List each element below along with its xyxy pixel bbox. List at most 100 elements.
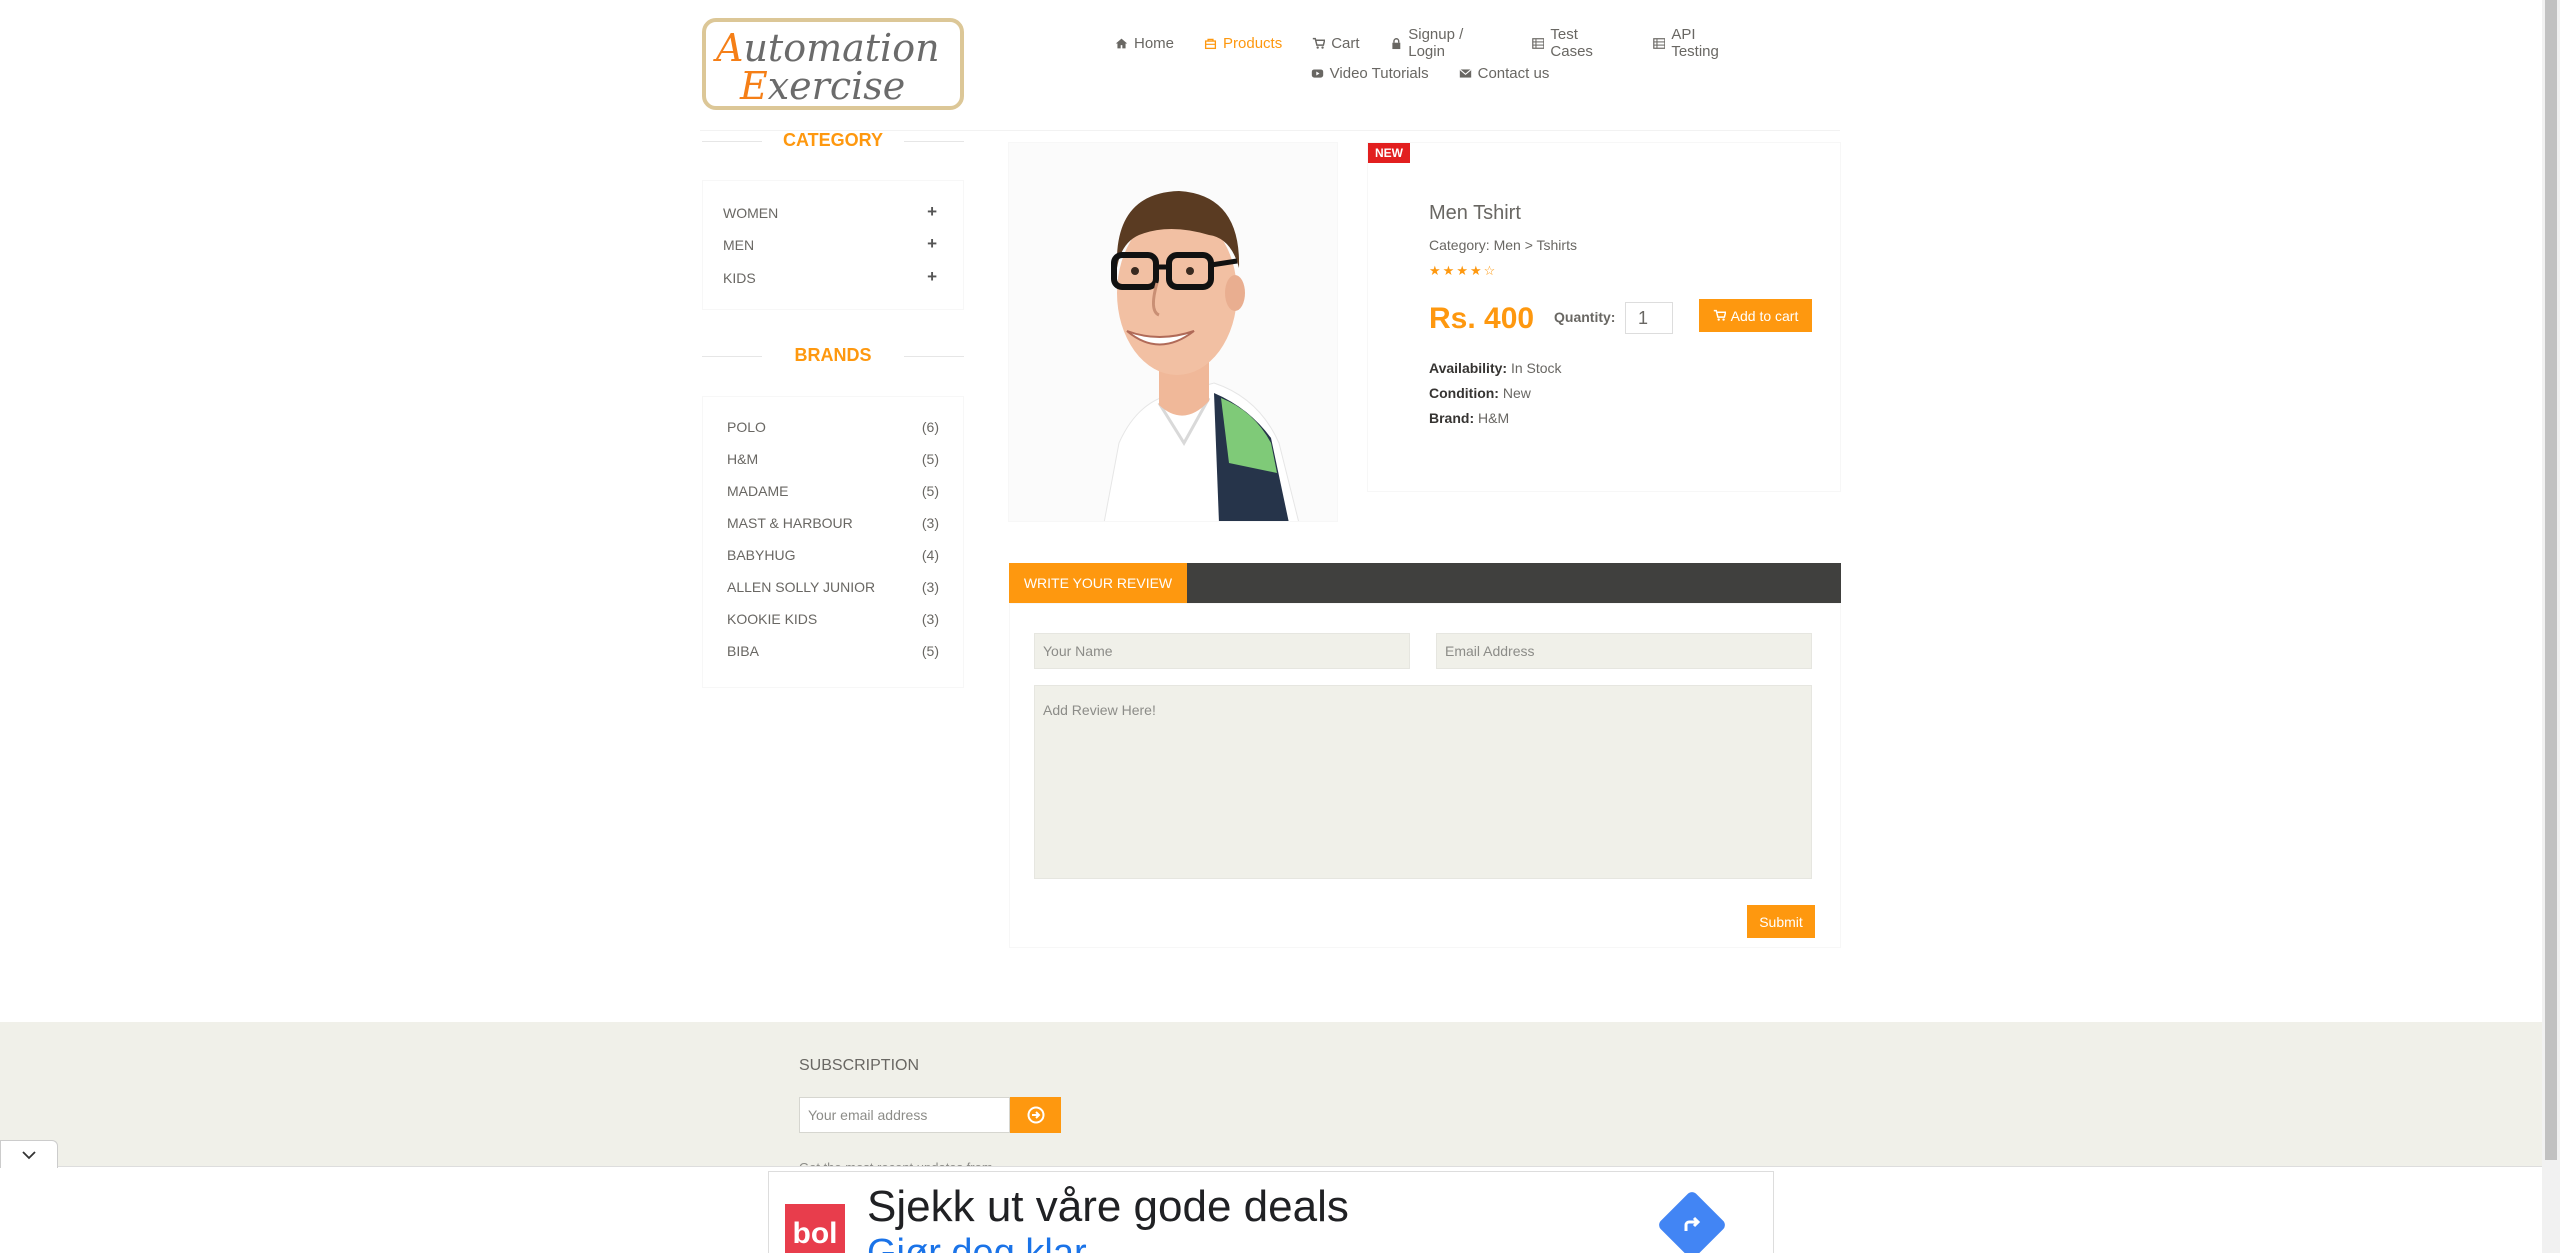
tab-write-review[interactable]: WRITE YOUR REVIEW xyxy=(1009,563,1187,603)
plus-icon[interactable]: + xyxy=(927,203,937,221)
brand-count: (5) xyxy=(921,451,939,467)
condition: Condition: New xyxy=(1429,385,1531,401)
ad-directions-button[interactable] xyxy=(1656,1189,1728,1253)
envelope-icon xyxy=(1459,68,1472,78)
brand-name: POLO xyxy=(727,419,766,435)
category-women-label: WOMEN xyxy=(723,205,779,221)
subscription-email-input[interactable]: Your email address xyxy=(799,1097,1010,1133)
brand-name: BIBA xyxy=(727,643,759,659)
new-badge: NEW xyxy=(1368,143,1410,163)
brand-item[interactable]: KOOKIE KIDS (3) xyxy=(727,611,939,627)
product-price: Rs. 400 xyxy=(1429,302,1535,335)
brand-item[interactable]: POLO (6) xyxy=(727,419,939,435)
brand-count: (3) xyxy=(921,611,939,627)
nav-cart[interactable]: Cart xyxy=(1297,35,1374,52)
brand: Brand: H&M xyxy=(1429,410,1509,426)
brand-name: H&M xyxy=(727,451,759,467)
brand-item[interactable]: H&M (5) xyxy=(727,451,939,467)
nav-products[interactable]: Products xyxy=(1189,35,1297,52)
nav-test-cases-label: Test Cases xyxy=(1550,26,1593,60)
quantity-input[interactable]: 1 xyxy=(1625,302,1673,334)
plus-icon[interactable]: + xyxy=(927,268,937,286)
brand-name: MADAME xyxy=(727,483,789,499)
star-icon: ★ xyxy=(1456,263,1470,278)
ad-subline: Gjør deg klar xyxy=(867,1232,1087,1253)
add-to-cart-label: Add to cart xyxy=(1730,307,1799,324)
brand-count: (4) xyxy=(921,547,939,563)
nav-signup-login[interactable]: Signup / Login xyxy=(1375,26,1517,60)
category-men[interactable]: MEN + xyxy=(723,235,937,253)
brand-count: (5) xyxy=(921,483,939,499)
ad-headline: Sjekk ut våre gode deals xyxy=(867,1182,1349,1231)
nav-contact-us-label: Contact us xyxy=(1477,64,1550,82)
review-email-input[interactable]: Email Address xyxy=(1436,633,1812,669)
nav-row-2: Video Tutorials Contact us xyxy=(1100,58,1760,88)
nav-cart-label: Cart xyxy=(1331,34,1360,52)
ad-logo: bol xyxy=(785,1204,845,1253)
scrollbar-thumb[interactable] xyxy=(2545,0,2557,1160)
nav-products-label: Products xyxy=(1223,34,1283,52)
nav-api-testing-label: API Testing xyxy=(1671,26,1719,60)
nav-row-1: Home Products Cart Signup / Login Test C… xyxy=(1100,26,1760,60)
star-icon: ★ xyxy=(1429,263,1443,278)
brand-count: (6) xyxy=(921,419,939,435)
logo-line-2: Exercise xyxy=(740,64,906,108)
add-to-cart-button[interactable]: Add to cart xyxy=(1699,299,1812,332)
star-icon: ★ xyxy=(1442,263,1457,278)
availability-label: Availability: xyxy=(1429,360,1508,376)
star-half-icon: ☆ xyxy=(1483,263,1498,278)
nav-test-cases[interactable]: Test Cases xyxy=(1517,26,1638,60)
product-name: Men Tshirt xyxy=(1429,202,1521,224)
brand-count: (5) xyxy=(921,643,939,659)
plus-icon[interactable]: + xyxy=(927,235,937,253)
nav-signup-login-label: Signup / Login xyxy=(1408,26,1464,60)
review-name-input[interactable]: Your Name xyxy=(1034,633,1410,669)
nav-home[interactable]: Home xyxy=(1100,35,1189,52)
category-kids[interactable]: KIDS + xyxy=(723,268,937,286)
availability: Availability: In Stock xyxy=(1429,360,1562,376)
nav-home-label: Home xyxy=(1134,34,1175,52)
brand-count: (3) xyxy=(921,579,939,595)
brand-value: H&M xyxy=(1478,410,1510,426)
main-nav: Home Products Cart Signup / Login Test C… xyxy=(1100,26,1760,88)
nav-video-tutorials[interactable]: Video Tutorials xyxy=(1296,65,1444,82)
brand-name: KOOKIE KIDS xyxy=(727,611,818,627)
brand-item[interactable]: MADAME (5) xyxy=(727,483,939,499)
product-category: Category: Men > Tshirts xyxy=(1429,237,1577,253)
arrow-circle-right-icon xyxy=(1027,1106,1044,1124)
brand-item[interactable]: ALLEN SOLLY JUNIOR (3) xyxy=(727,579,939,595)
advertisement[interactable]: bol Sjekk ut våre gode deals Gjør deg kl… xyxy=(768,1171,1774,1253)
home-icon xyxy=(1115,38,1128,48)
brand-item[interactable]: MAST & HARBOUR (3) xyxy=(727,515,939,531)
list-icon xyxy=(1531,37,1545,49)
review-textarea[interactable]: Add Review Here! xyxy=(1034,685,1812,879)
brand-item[interactable]: BABYHUG (4) xyxy=(727,547,939,563)
brand-name: MAST & HARBOUR xyxy=(727,515,853,531)
nav-contact-us[interactable]: Contact us xyxy=(1444,65,1565,82)
condition-label: Condition: xyxy=(1429,385,1499,401)
condition-value: New xyxy=(1502,385,1531,401)
brand-name: ALLEN SOLLY JUNIOR xyxy=(727,579,876,595)
ad-collapse-toggle[interactable] xyxy=(0,1140,58,1168)
list-icon xyxy=(1652,37,1666,49)
category-panel: WOMEN + MEN + KIDS + xyxy=(702,180,964,310)
subscription-title: SUBSCRIPTION xyxy=(799,1057,920,1074)
brand-item[interactable]: BIBA (5) xyxy=(727,643,939,659)
category-title: CATEGORY xyxy=(702,130,964,151)
category-women[interactable]: WOMEN + xyxy=(723,203,937,221)
site-logo[interactable]: Automation Exercise xyxy=(702,18,964,110)
product-photo xyxy=(1009,143,1337,521)
brand-label: Brand: xyxy=(1429,410,1475,426)
cart-icon xyxy=(1313,37,1326,49)
nav-video-tutorials-label: Video Tutorials xyxy=(1329,64,1429,82)
chevron-down-icon xyxy=(22,1150,36,1159)
nav-api-testing[interactable]: API Testing xyxy=(1638,26,1760,60)
subscribe-button[interactable] xyxy=(1010,1097,1061,1133)
turn-right-arrow-icon xyxy=(1684,1216,1701,1231)
brand-count: (3) xyxy=(921,515,939,531)
rating-stars: ★★★★☆ xyxy=(1429,263,1497,279)
cart-icon xyxy=(1713,309,1726,321)
youtube-icon xyxy=(1311,68,1323,78)
page-scrollbar[interactable] xyxy=(2542,0,2560,1253)
submit-review-button[interactable]: Submit xyxy=(1747,905,1815,938)
